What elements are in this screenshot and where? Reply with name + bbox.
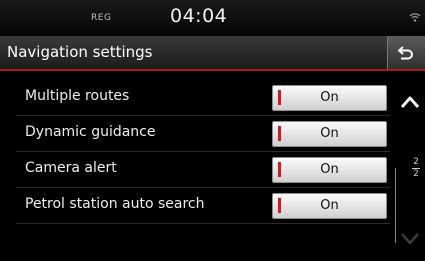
page-indicator: 2 2	[410, 158, 422, 179]
chevron-down-icon	[401, 233, 419, 245]
setting-label: Dynamic guidance	[25, 124, 156, 140]
clock: 04:04	[170, 5, 228, 27]
setting-label: Petrol station auto search	[25, 196, 205, 212]
settings-list: Multiple routes On Dynamic guidance On C…	[16, 80, 390, 224]
page-total: 2	[413, 169, 419, 179]
setting-row-camera-alert: Camera alert On	[16, 152, 390, 188]
toggle-value: On	[320, 162, 339, 177]
setting-row-multiple-routes: Multiple routes On	[16, 80, 390, 116]
petrol-station-auto-search-toggle[interactable]: On	[272, 193, 387, 219]
page-title: Navigation settings	[7, 43, 153, 61]
toggle-value: On	[320, 90, 339, 105]
multiple-routes-toggle[interactable]: On	[272, 85, 387, 111]
scroll-up-button[interactable]	[399, 93, 421, 111]
page-current: 2	[413, 157, 419, 167]
dynamic-guidance-toggle[interactable]: On	[272, 121, 387, 147]
setting-label: Multiple routes	[25, 88, 130, 104]
setting-label: Camera alert	[25, 160, 117, 176]
setting-row-dynamic-guidance: Dynamic guidance On	[16, 116, 390, 152]
setting-row-petrol-station-auto-search: Petrol station auto search On	[16, 188, 390, 224]
toggle-value: On	[320, 198, 339, 213]
camera-alert-toggle[interactable]: On	[272, 157, 387, 183]
scrollbar[interactable]	[395, 168, 396, 243]
back-arrow-icon	[398, 46, 413, 60]
signal-icon	[409, 8, 421, 22]
scroll-panel: 2 2	[395, 71, 425, 261]
reg-label: REG	[91, 13, 112, 23]
chevron-up-icon	[400, 96, 420, 108]
scroll-down-button[interactable]	[399, 229, 421, 247]
back-button[interactable]	[387, 36, 425, 69]
title-bar: Navigation settings	[0, 36, 425, 71]
toggle-value: On	[320, 126, 339, 141]
status-bar: REG 04:04	[0, 0, 425, 36]
